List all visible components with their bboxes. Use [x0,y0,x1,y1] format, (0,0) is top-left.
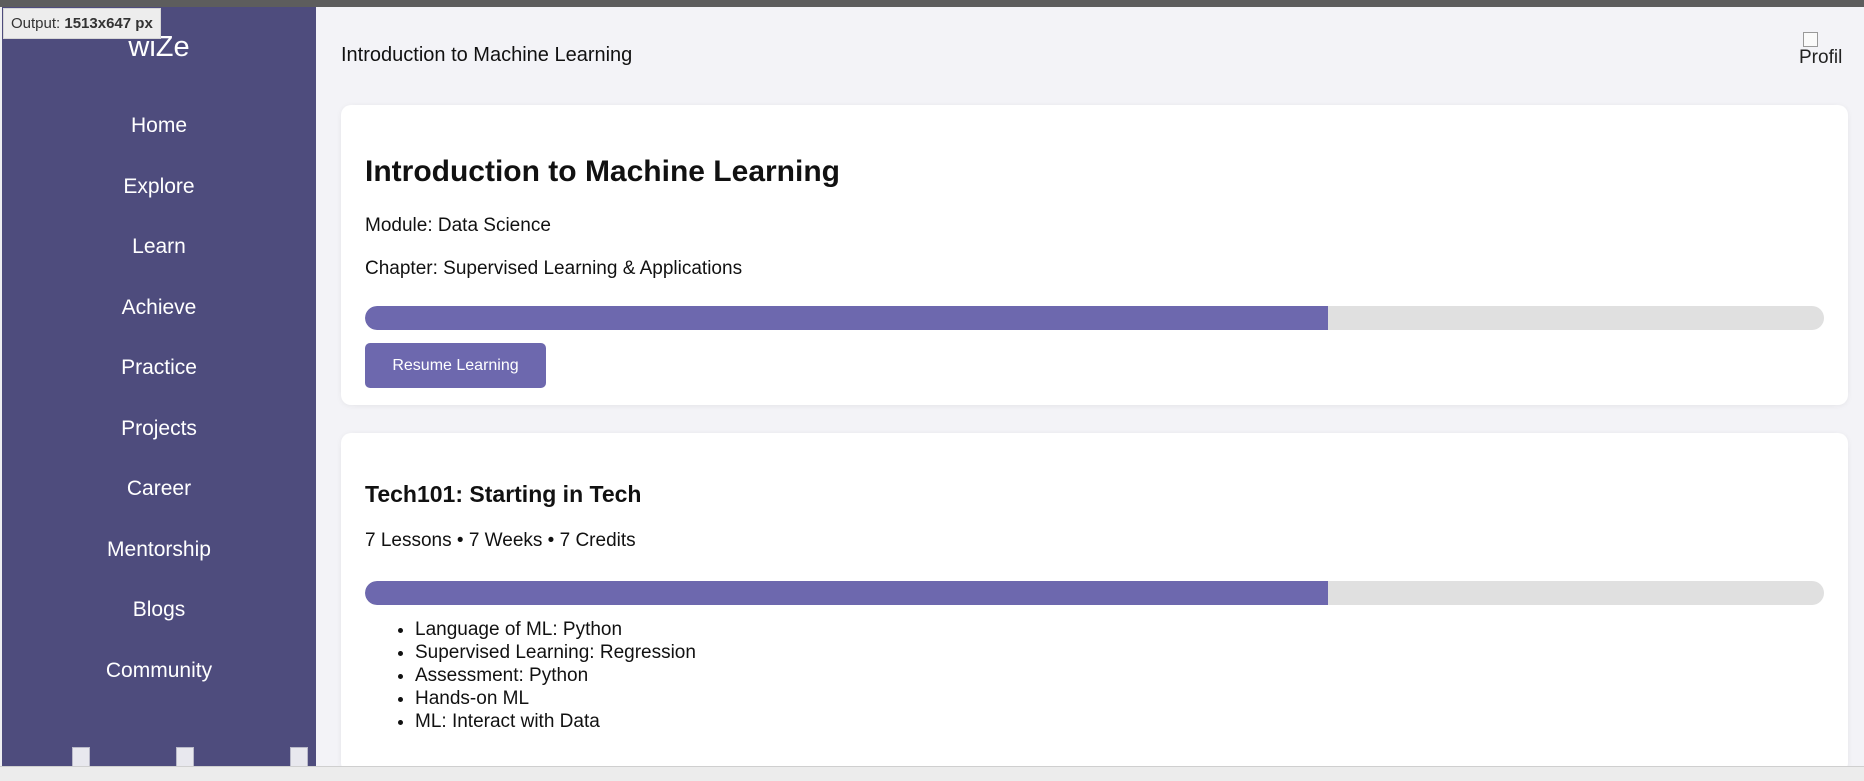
list-item: ML: Interact with Data [415,710,696,733]
list-item: Hands-on ML [415,687,696,710]
sidebar: wiZe Home Explore Learn Achieve Practice… [2,7,316,767]
course-progress-bar [365,306,1824,330]
sidebar-item-home[interactable]: Home [2,107,316,168]
output-size-badge: Output: 1513x647 px [3,8,161,39]
broken-image-icon [1803,32,1818,47]
course-progress-bar [365,581,1824,605]
broken-image-icon[interactable] [72,747,90,767]
sidebar-item-community[interactable]: Community [2,652,316,713]
sidebar-item-blogs[interactable]: Blogs [2,591,316,652]
course-card: Tech101: Starting in Tech 7 Lessons • 7 … [341,433,1848,773]
output-value: 1513x647 px [64,15,153,32]
sidebar-item-mentorship[interactable]: Mentorship [2,531,316,592]
sidebar-item-practice[interactable]: Practice [2,349,316,410]
output-label: Output: [11,15,61,32]
course-card-title: Tech101: Starting in Tech [365,481,642,507]
bottom-bar [0,766,1864,781]
profile-avatar[interactable]: Profil [1799,32,1845,82]
broken-image-icon[interactable] [176,747,194,767]
sidebar-item-explore[interactable]: Explore [2,168,316,229]
lesson-list: Language of ML: Python Supervised Learni… [365,618,696,733]
profile-alt-text: Profil [1799,47,1843,68]
current-course-card: Introduction to Machine Learning Module:… [341,105,1848,405]
sidebar-nav: Home Explore Learn Achieve Practice Proj… [2,107,316,712]
resume-learning-button[interactable]: Resume Learning [365,343,546,388]
course-meta: 7 Lessons • 7 Weeks • 7 Credits [365,530,636,551]
list-item: Supervised Learning: Regression [415,641,696,664]
progress-fill [365,581,1328,605]
sidebar-item-learn[interactable]: Learn [2,228,316,289]
course-module: Module: Data Science [365,215,551,236]
list-item: Language of ML: Python [415,618,696,641]
sidebar-item-career[interactable]: Career [2,470,316,531]
progress-fill [365,306,1328,330]
broken-image-icon[interactable] [290,747,308,767]
main-content: Introduction to Machine Learning Profil … [316,7,1864,773]
course-chapter: Chapter: Supervised Learning & Applicati… [365,258,743,279]
list-item: Assessment: Python [415,664,696,687]
course-title: Introduction to Machine Learning [365,155,840,188]
page-title: Introduction to Machine Learning [341,44,633,66]
window-top-bar [0,0,1864,7]
sidebar-item-achieve[interactable]: Achieve [2,289,316,350]
sidebar-item-projects[interactable]: Projects [2,410,316,471]
